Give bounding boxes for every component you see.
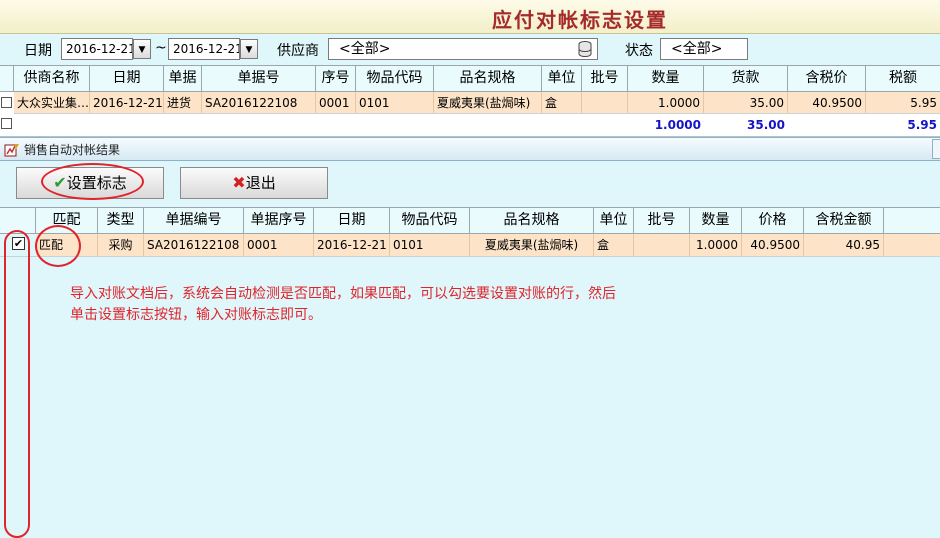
cell-doc-type: 进货 [164,92,202,114]
date-to-dropdown[interactable]: ▼ [240,39,258,59]
col-header[interactable]: 含税金额 [804,208,884,234]
cell-doc-no: SA2016122108 [144,234,244,256]
date-separator: ~ [155,40,167,56]
instruction-note: 导入对账文档后，系统会自动检测是否匹配，如果匹配，可以勾选要设置对账的行，然后 … [70,284,730,326]
col-header[interactable]: 日期 [90,66,164,92]
col-header[interactable]: 税额 [866,66,940,92]
checkbox-column-highlight [4,230,30,538]
total-qty: 1.0000 [654,118,701,132]
cell-tax: 5.95 [910,96,937,110]
cell-batch [634,234,690,256]
instruction-note-line1: 导入对账文档后，系统会自动检测是否匹配，如果匹配，可以勾选要设置对账的行，然后 [70,286,616,302]
col-header[interactable]: 单位 [542,66,582,92]
cell-price: 40.9500 [742,234,804,256]
close-icon: ✖ [232,173,246,192]
cell-item-name: 夏威夷果(盐焗味) [434,92,542,114]
col-header[interactable]: 批号 [634,208,690,234]
total-tax: 5.95 [907,118,937,132]
date-from-dropdown[interactable]: ▼ [133,39,151,59]
report-icon [4,143,20,157]
cell-supplier: 大众实业集… [14,92,90,114]
status-input[interactable]: <全部> [660,38,748,60]
date-label: 日期 [24,43,52,59]
cell-item-code: 0101 [390,234,470,256]
col-header[interactable]: 批号 [582,66,628,92]
col-header[interactable]: 类型 [98,208,144,234]
col-header[interactable]: 数量 [690,208,742,234]
date-to-input[interactable]: 2016-12-21 [168,38,240,60]
cell-tax-amount: 40.95 [804,234,884,256]
col-header[interactable]: 数量 [628,66,704,92]
col-header[interactable]: 单据 [164,66,202,92]
total-amount: 35.00 [747,118,785,132]
chevron-down-icon: ▼ [245,45,253,55]
page-title: 应付对帐标志设置 [492,8,668,32]
match-cell-highlight [35,225,81,267]
dialog-titlebar[interactable] [0,137,940,161]
cell-batch [582,92,628,114]
cell-tax-price: 40.9500 [788,92,866,114]
cell-unit: 盒 [542,92,582,114]
highlight-oval [41,163,144,200]
cell-date: 2016-12-21 [314,234,390,256]
dialog-scroll-handle[interactable] [932,139,940,159]
exit-label: 退出 [245,174,276,192]
col-header[interactable]: 单位 [594,208,634,234]
database-icon[interactable] [578,41,592,58]
col-header-blank [884,208,940,234]
chevron-down-icon: ▼ [138,45,146,55]
row-divider [0,256,940,257]
cell-item-code: 0101 [356,92,434,114]
col-header[interactable]: 单据序号 [244,208,314,234]
exit-button[interactable]: ✖退出 [180,167,328,199]
col-header[interactable]: 日期 [314,208,390,234]
cell-unit: 盒 [594,234,634,256]
col-header[interactable]: 供商名称 [14,66,90,92]
col-header[interactable]: 物品代码 [390,208,470,234]
dialog-table: 匹配 类型 单据编号 单据序号 日期 物品代码 品名规格 单位 批号 数量 价格… [0,207,940,538]
row-selector-header [0,66,14,92]
col-header[interactable]: 品名规格 [434,66,542,92]
row-checkbox[interactable] [1,97,12,108]
cell-date: 2016-12-21 [90,92,164,114]
col-header[interactable]: 含税价 [788,66,866,92]
col-header[interactable]: 货款 [704,66,788,92]
col-header[interactable]: 品名规格 [470,208,594,234]
cell-item-name: 夏威夷果(盐焗味) [470,234,594,256]
status-label: 状态 [625,43,653,59]
cell-type: 采购 [98,234,144,256]
col-header[interactable]: 单据编号 [144,208,244,234]
cell-qty: 1.0000 [690,234,742,256]
totals-checkbox[interactable] [1,118,12,129]
cell-seq: 0001 [244,234,314,256]
col-header[interactable]: 物品代码 [356,66,434,92]
instruction-note-line2: 单击设置标志按钮，输入对账标志即可。 [70,307,322,323]
col-header[interactable]: 单据号 [202,66,316,92]
supplier-label: 供应商 [277,43,319,59]
cell-seq: 0001 [316,92,356,114]
col-header[interactable]: 价格 [742,208,804,234]
main-table: 供商名称 日期 单据 单据号 序号 物品代码 品名规格 单位 批号 数量 货款 … [0,65,940,138]
cell-qty: 1.0000 [628,92,704,114]
row-divider [14,113,940,114]
supplier-input[interactable]: <全部> [328,38,598,60]
dialog-title: 销售自动对帐结果 [24,143,121,157]
cell-amount: 35.00 [704,92,788,114]
date-from-input[interactable]: 2016-12-21 [61,38,133,60]
col-header[interactable]: 序号 [316,66,356,92]
cell-doc-no: SA2016122108 [202,92,316,114]
